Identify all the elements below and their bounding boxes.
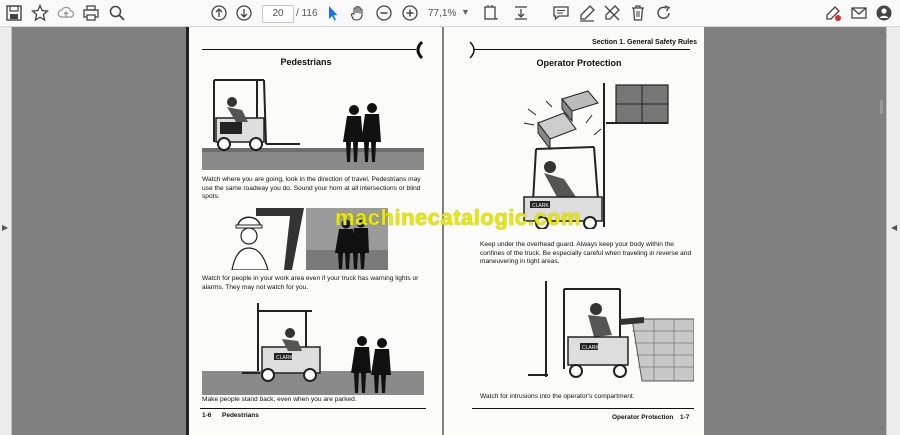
next-page-icon[interactable]: [233, 3, 255, 23]
hand-tool-icon[interactable]: [347, 3, 369, 23]
rotate-icon[interactable]: [653, 3, 675, 23]
page-number-input[interactable]: 20: [262, 5, 294, 23]
ring-binding-mark: [469, 41, 475, 59]
paragraph-text: Watch for intrusions into the operator's…: [480, 393, 635, 400]
zoom-in-icon[interactable]: [399, 3, 421, 23]
header-rule: [474, 49, 690, 50]
bookmark-star-icon[interactable]: [29, 3, 51, 23]
footer-rule: [472, 408, 694, 409]
footer-section-title: Pedestrians: [222, 412, 259, 419]
illustration-operator-compartment: CLARK: [528, 281, 694, 382]
page-total: / 116: [296, 8, 318, 19]
search-zoom-icon[interactable]: [106, 3, 128, 23]
document-page-right: Section 1. General Safety Rules Operator…: [444, 27, 704, 435]
previous-page-icon[interactable]: [208, 3, 230, 23]
paragraph-text: Watch for people in your work area even …: [202, 275, 419, 291]
ring-binding-mark: [416, 41, 424, 59]
page-title: Pedestrians: [280, 57, 332, 67]
watermark-text: machinecatalogic.com: [335, 205, 581, 230]
footer-page-number: 1-7: [680, 414, 690, 421]
edit-signature-icon[interactable]: [822, 3, 844, 23]
select-cursor-icon[interactable]: [322, 3, 344, 23]
print-icon[interactable]: [80, 3, 102, 23]
comment-icon[interactable]: [550, 3, 572, 23]
page-title: Operator Protection: [536, 58, 622, 68]
highlight-pen-icon[interactable]: [576, 3, 598, 23]
paragraph-text: Keep under the overhead guard. Always ke…: [480, 241, 692, 266]
footer-section-title: Operator Protection: [612, 414, 674, 421]
document-page-left: Pedestrians Watch where you are going, l…: [186, 27, 442, 435]
truck-brand-label: CLARK: [582, 345, 599, 351]
cloud-upload-icon[interactable]: [55, 3, 77, 23]
expand-left-icon[interactable]: ▶: [2, 223, 8, 232]
scroll-mode-icon[interactable]: [510, 3, 532, 23]
footer-rule: [200, 408, 426, 409]
account-icon[interactable]: [873, 3, 895, 23]
header-rule: [202, 49, 416, 50]
truck-brand-label: CLARK: [276, 355, 293, 361]
scroll-down-icon[interactable]: ▼: [878, 425, 885, 432]
collapse-right-icon[interactable]: ◀: [891, 223, 897, 232]
footer-page-number: 1-6: [202, 412, 212, 419]
zoom-out-icon[interactable]: [373, 3, 395, 23]
mail-icon[interactable]: [848, 3, 870, 23]
paragraph-text: Watch where you are going, look in the d…: [202, 176, 421, 201]
save-icon[interactable]: [3, 3, 25, 23]
delete-icon[interactable]: [627, 3, 649, 23]
page-fit-icon[interactable]: [480, 3, 502, 23]
section-header: Section 1. General Safety Rules: [592, 39, 698, 46]
illustration-parked-forklift: CLARK: [202, 303, 424, 395]
illustration-forklift-pedestrians: [202, 79, 424, 170]
illustration-worker-hardhat: [231, 208, 304, 270]
right-panel-toggle[interactable]: ◀: [886, 27, 900, 435]
left-panel-toggle[interactable]: ▶: [0, 27, 12, 435]
chevron-down-icon[interactable]: ▼: [461, 4, 470, 21]
page-edge-shadow: [186, 27, 189, 435]
scroll-up-icon[interactable]: ▲: [878, 29, 885, 36]
pdf-toolbar: 20 / 116 77,1% ▼: [0, 0, 900, 27]
eraser-icon[interactable]: [601, 3, 623, 23]
paragraph-text: Make people stand back, even when you ar…: [202, 396, 357, 403]
scrollbar-thumb[interactable]: [880, 100, 883, 114]
